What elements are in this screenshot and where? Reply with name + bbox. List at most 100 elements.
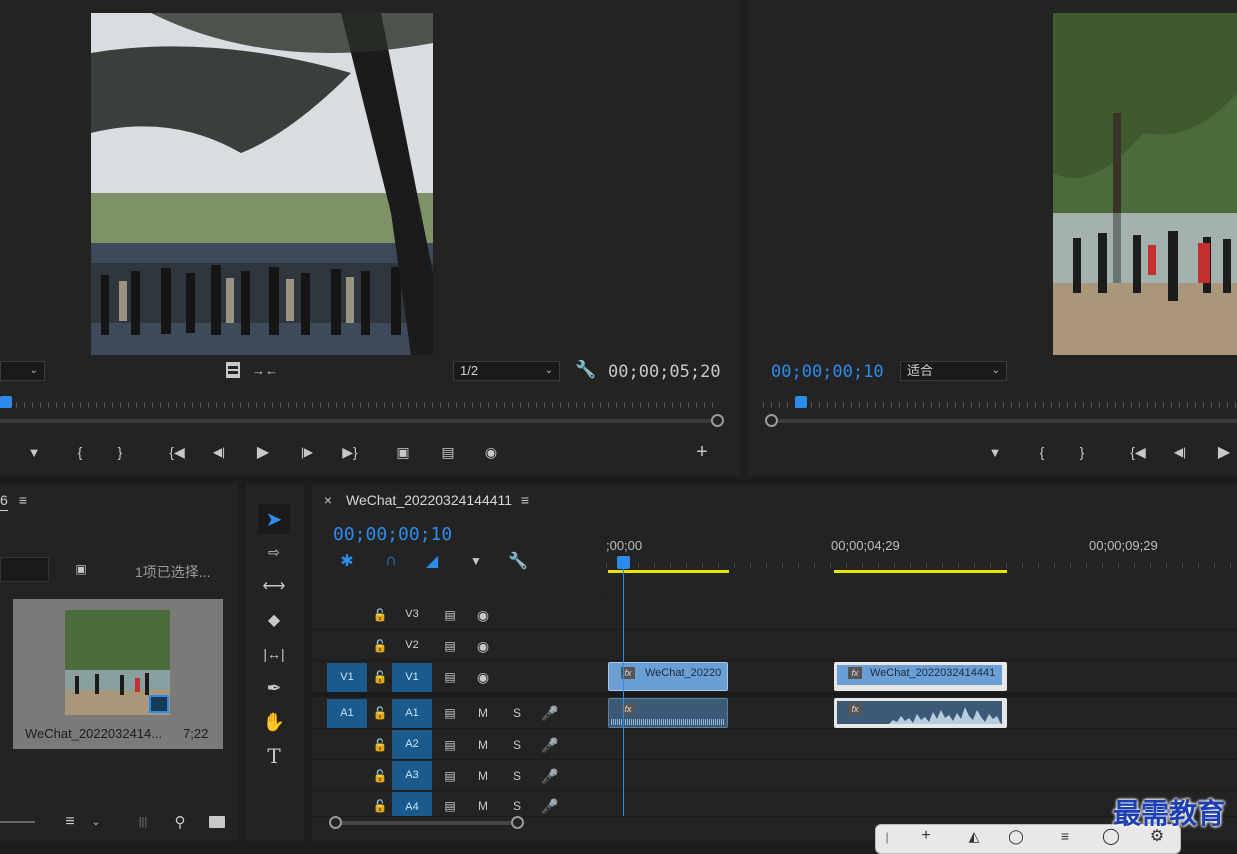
lock-icon[interactable]: 🔓 xyxy=(371,606,389,624)
razor-tool-icon[interactable]: ◆ xyxy=(260,608,288,632)
mute-button[interactable]: M xyxy=(474,767,492,785)
audio-clip-1[interactable]: fx xyxy=(608,698,728,728)
project-tab[interactable]: 6 xyxy=(0,492,8,511)
mute-button[interactable]: M xyxy=(474,736,492,754)
hand-tool-icon[interactable]: ✋ xyxy=(260,710,288,734)
source-playhead[interactable] xyxy=(0,396,12,408)
program-zoom-scrollbar[interactable] xyxy=(778,419,1237,423)
go-to-out-icon[interactable]: ▶} xyxy=(338,443,362,461)
track-target-a3[interactable]: A3 xyxy=(392,761,432,790)
video-clip-2[interactable]: fx WeChat_2022032414441 xyxy=(834,662,1007,691)
timeline-playhead-timecode[interactable]: 00;00;00;10 xyxy=(333,524,452,545)
move-tool-icon[interactable]: + xyxy=(916,827,936,844)
track-target-v1[interactable]: V1 xyxy=(392,663,432,692)
source-zoom-dropdown[interactable]: ⌄ xyxy=(0,361,45,381)
overwrite-icon[interactable]: ▤ xyxy=(435,442,461,462)
new-bin-icon[interactable] xyxy=(207,814,227,830)
snap-icon[interactable]: ∩ xyxy=(380,551,402,571)
shape-tool-icon[interactable]: ◭ xyxy=(964,828,984,844)
sync-lock-icon[interactable]: ▤ xyxy=(440,704,460,722)
source-patch-v1[interactable]: V1 xyxy=(327,663,367,692)
step-forward-icon[interactable]: |▶ xyxy=(296,443,318,461)
track-select-tool-icon[interactable]: ⇨ xyxy=(260,540,288,564)
sync-lock-icon[interactable]: ▤ xyxy=(440,668,460,686)
mark-out-icon[interactable]: } xyxy=(111,443,129,461)
selection-tool-icon[interactable]: ➤ xyxy=(258,504,290,534)
program-fit-dropdown[interactable]: 适合 ⌄ xyxy=(900,361,1007,381)
project-search-input[interactable] xyxy=(0,557,49,582)
lock-icon[interactable]: 🔓 xyxy=(371,797,389,815)
text-tool-icon[interactable]: ≡ xyxy=(1054,828,1076,844)
sort-icon[interactable]: ≡ xyxy=(60,813,80,831)
timeline-tab-title[interactable]: WeChat_20220324144411 xyxy=(346,492,512,508)
program-playhead[interactable] xyxy=(795,396,807,408)
eye-icon[interactable]: ◉ xyxy=(473,637,493,655)
microphone-icon[interactable]: 🎤 xyxy=(541,735,559,755)
add-marker-icon[interactable]: ▼ xyxy=(466,552,486,570)
thumbnail-zoom-slider[interactable] xyxy=(0,821,35,823)
step-back-icon[interactable]: ◀| xyxy=(1169,443,1191,461)
solo-button[interactable]: S xyxy=(508,736,526,754)
lock-icon[interactable]: 🔓 xyxy=(371,767,389,785)
play-icon[interactable]: ▶ xyxy=(252,442,274,462)
timeline-settings-icon[interactable]: 🔧 xyxy=(507,551,529,571)
source-timecode[interactable]: 00;00;05;20 xyxy=(608,362,721,382)
source-resolution-dropdown[interactable]: 1/2 ⌄ xyxy=(453,361,560,381)
sync-lock-icon[interactable]: ▤ xyxy=(440,606,460,624)
mute-button[interactable]: M xyxy=(474,797,492,815)
lock-icon[interactable]: 🔓 xyxy=(371,668,389,686)
project-item-card[interactable]: WeChat_2022032414... 7;22 xyxy=(13,599,223,749)
microphone-icon[interactable]: 🎤 xyxy=(541,766,559,786)
source-zoom-handle[interactable] xyxy=(711,414,724,427)
sync-lock-icon[interactable]: ▤ xyxy=(440,767,460,785)
solo-button[interactable]: S xyxy=(508,797,526,815)
drag-handle-icon[interactable]: | xyxy=(882,830,892,844)
source-time-ruler[interactable] xyxy=(0,402,720,408)
close-tab-icon[interactable]: × xyxy=(320,491,336,509)
mark-in-icon[interactable]: { xyxy=(71,443,89,461)
program-time-ruler[interactable] xyxy=(763,402,1237,408)
eye-icon[interactable]: ◉ xyxy=(473,668,493,686)
solo-button[interactable]: S xyxy=(508,767,526,785)
mark-out-icon[interactable]: } xyxy=(1073,443,1091,461)
ripple-edit-tool-icon[interactable]: ⟷ xyxy=(260,574,288,598)
program-timecode[interactable]: 00;00;00;10 xyxy=(771,362,884,382)
track-target-a1[interactable]: A1 xyxy=(392,699,432,728)
lock-icon[interactable]: 🔓 xyxy=(371,637,389,655)
add-marker-icon[interactable]: ▼ xyxy=(25,443,43,461)
mark-in-icon[interactable]: { xyxy=(1033,443,1051,461)
camera-icon[interactable]: ◉ xyxy=(480,442,502,462)
slip-tool-icon[interactable]: |↔| xyxy=(260,642,288,666)
panel-menu-icon[interactable]: ≡ xyxy=(14,491,32,509)
solo-button[interactable]: S xyxy=(508,704,526,722)
person-icon[interactable]: ◯ xyxy=(1006,828,1026,844)
scrollbar-handle-left[interactable] xyxy=(329,816,342,829)
mute-button[interactable]: M xyxy=(474,704,492,722)
insert-icon[interactable]: ▣ xyxy=(390,442,416,462)
sync-lock-icon[interactable]: ▤ xyxy=(440,637,460,655)
nest-icon[interactable]: ✱ xyxy=(336,551,358,571)
source-zoom-scrollbar[interactable] xyxy=(0,419,712,423)
microphone-icon[interactable]: 🎤 xyxy=(541,796,559,816)
track-target-v2[interactable]: V2 xyxy=(392,631,432,660)
microphone-icon[interactable]: 🎤 xyxy=(541,703,559,723)
go-to-in-icon[interactable]: {◀ xyxy=(165,443,189,461)
video-clip-1[interactable]: fx WeChat_20220 xyxy=(608,662,728,691)
play-icon[interactable]: ▶ xyxy=(1214,442,1234,462)
track-target-v3[interactable]: V3 xyxy=(392,600,432,629)
scrollbar-handle-right[interactable] xyxy=(511,816,524,829)
sync-lock-icon[interactable]: ▤ xyxy=(440,797,460,815)
drag-audio-only-icon[interactable]: →← xyxy=(252,361,278,379)
work-area-bar[interactable] xyxy=(608,570,729,573)
track-target-a2[interactable]: A2 xyxy=(392,730,432,759)
lock-icon[interactable]: 🔓 xyxy=(371,704,389,722)
drag-video-only-icon[interactable] xyxy=(224,361,242,379)
type-tool-icon[interactable]: T xyxy=(260,744,288,768)
eye-icon[interactable]: ◉ xyxy=(473,606,493,624)
go-to-in-icon[interactable]: {◀ xyxy=(1126,443,1150,461)
timeline-zoom-scrollbar[interactable] xyxy=(334,821,518,825)
source-patch-a1[interactable]: A1 xyxy=(327,699,367,728)
program-zoom-handle[interactable] xyxy=(765,414,778,427)
wrench-icon[interactable]: 🔧 xyxy=(575,360,596,380)
pen-tool-icon[interactable]: ✒ xyxy=(260,676,288,700)
